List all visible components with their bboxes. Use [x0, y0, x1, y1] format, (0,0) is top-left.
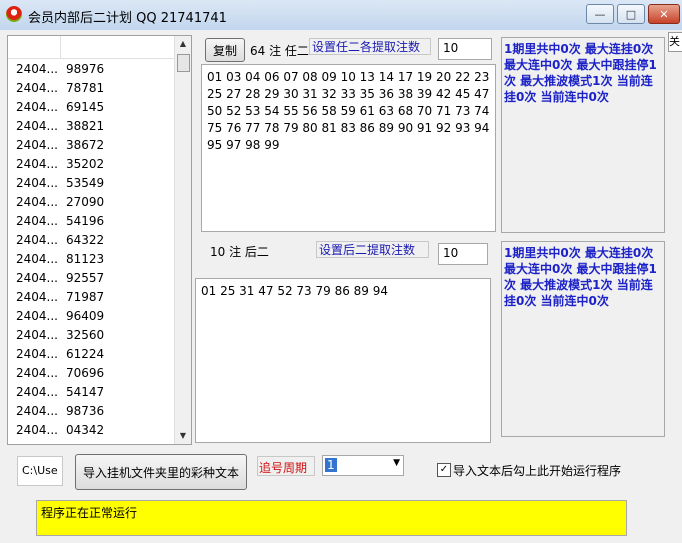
- list-item[interactable]: 2404... 27090: [8, 193, 174, 212]
- period-cell: 2404...: [16, 252, 58, 266]
- section2-stats-panel: 1期里共中0次 最大连挂0次 最大连中0次 最大中跟挂停1次 最大推波模式1次 …: [501, 241, 665, 437]
- maximize-button[interactable]: □: [617, 4, 645, 24]
- close-icon: ✕: [659, 7, 669, 21]
- minimize-icon: —: [594, 7, 606, 21]
- period-cell: 2404...: [16, 309, 58, 323]
- maximize-icon: □: [625, 7, 637, 21]
- cycle-select-value: 1: [325, 458, 337, 472]
- auto-run-label: 导入文本后勾上此开始运行程序: [453, 464, 622, 478]
- section1-stats-panel: 1期里共中0次 最大连挂0次 最大连中0次 最大中跟挂停1次 最大推波模式1次 …: [501, 37, 665, 233]
- period-cell: 2404...: [16, 81, 58, 95]
- list-item[interactable]: 2404... 78781: [8, 79, 174, 98]
- number-cell: 53549: [66, 176, 105, 190]
- number-cell: 04342: [66, 423, 105, 437]
- window-title: 会员内部后二计划 QQ 21741741: [28, 11, 227, 26]
- number-cell: 27090: [66, 195, 105, 209]
- number-cell: 38672: [66, 138, 105, 152]
- list-item[interactable]: 2404... 04342: [8, 421, 174, 440]
- number-cell: 98976: [66, 62, 105, 76]
- number-cell: 54147: [66, 385, 105, 399]
- list-item[interactable]: 2404... 96409: [8, 307, 174, 326]
- list-item[interactable]: 2404... 35202: [8, 155, 174, 174]
- minimize-button[interactable]: —: [586, 4, 614, 24]
- number-cell: 78781: [66, 81, 105, 95]
- period-cell: 2404...: [16, 290, 58, 304]
- scroll-up-icon[interactable]: ▲: [175, 36, 191, 52]
- app-icon: [6, 6, 22, 22]
- close-button[interactable]: ✕: [648, 4, 680, 24]
- number-cell: 35202: [66, 157, 105, 171]
- number-cell: 71987: [66, 290, 105, 304]
- section2-numbers-textarea[interactable]: 01 25 31 47 52 73 79 86 89 94: [195, 278, 491, 443]
- auto-run-checkbox[interactable]: ✓: [437, 463, 451, 477]
- title-bar: 会员内部后二计划 QQ 21741741 — □ ✕: [0, 0, 682, 30]
- copy-button[interactable]: 复制: [205, 38, 245, 62]
- number-cell: 92557: [66, 271, 105, 285]
- section1-count-label: 64 注 任二: [250, 44, 309, 58]
- list-item[interactable]: 2404... 61224: [8, 345, 174, 364]
- list-item[interactable]: 2404... 32560: [8, 326, 174, 345]
- number-cell: 98736: [66, 404, 105, 418]
- period-cell: 2404...: [16, 233, 58, 247]
- list-header: [8, 36, 174, 59]
- list-item[interactable]: 2404... 98736: [8, 402, 174, 421]
- section1-setting-input[interactable]: 10: [438, 38, 492, 60]
- number-cell: 96409: [66, 309, 105, 323]
- number-cell: 70696: [66, 366, 105, 380]
- cycle-label: 追号周期: [257, 456, 315, 476]
- number-cell: 81123: [66, 252, 105, 266]
- list-item[interactable]: 2404... 54147: [8, 383, 174, 402]
- chevron-down-icon: ▼: [393, 458, 400, 468]
- list-item[interactable]: 2404... 71987: [8, 288, 174, 307]
- list-item[interactable]: 2404... 38821: [8, 117, 174, 136]
- list-item[interactable]: 2404... 53549: [8, 174, 174, 193]
- section2-count-label: 10 注 后二: [210, 245, 269, 259]
- period-cell: 2404...: [16, 271, 58, 285]
- period-cell: 2404...: [16, 119, 58, 133]
- scroll-thumb[interactable]: [177, 54, 190, 72]
- list-item[interactable]: 2404... 64322: [8, 231, 174, 250]
- number-cell: 38821: [66, 119, 105, 133]
- cycle-select[interactable]: 1 ▼: [322, 455, 404, 476]
- list-scrollbar[interactable]: ▲ ▼: [174, 36, 191, 444]
- list-item[interactable]: 2404... 54196: [8, 212, 174, 231]
- import-file-button[interactable]: 导入挂机文件夹里的彩种文本: [75, 454, 247, 490]
- period-cell: 2404...: [16, 195, 58, 209]
- history-list[interactable]: 2404... 98976 2404... 78781 2404... 69145 2404…: [7, 35, 192, 445]
- number-cell: 54196: [66, 214, 105, 228]
- list-item[interactable]: 2404... 38672: [8, 136, 174, 155]
- period-cell: 2404...: [16, 404, 58, 418]
- number-cell: 61224: [66, 347, 105, 361]
- period-cell: 2404...: [16, 138, 58, 152]
- scroll-down-icon[interactable]: ▼: [175, 428, 191, 444]
- period-cell: 2404...: [16, 366, 58, 380]
- period-cell: 2404...: [16, 347, 58, 361]
- period-cell: 2404...: [16, 157, 58, 171]
- period-cell: 2404...: [16, 214, 58, 228]
- section2-setting-input[interactable]: 10: [438, 243, 488, 265]
- period-cell: 2404...: [16, 62, 58, 76]
- list-item[interactable]: 2404... 69145: [8, 98, 174, 117]
- path-field[interactable]: C:\Use: [17, 456, 63, 486]
- section2-setting-label: 设置后二提取注数: [316, 241, 429, 258]
- period-cell: 2404...: [16, 385, 58, 399]
- list-item[interactable]: 2404... 92557: [8, 269, 174, 288]
- period-cell: 2404...: [16, 328, 58, 342]
- section1-setting-label: 设置任二各提取注数: [309, 38, 431, 55]
- period-cell: 2404...: [16, 176, 58, 190]
- number-cell: 64322: [66, 233, 105, 247]
- number-cell: 69145: [66, 100, 105, 114]
- list-item[interactable]: 2404... 70696: [8, 364, 174, 383]
- status-bar: 程序正在正常运行: [36, 500, 627, 536]
- number-cell: 32560: [66, 328, 105, 342]
- list-item[interactable]: 2404... 81123: [8, 250, 174, 269]
- period-cell: 2404...: [16, 423, 58, 437]
- side-close-button[interactable]: 关: [668, 32, 682, 52]
- period-cell: 2404...: [16, 100, 58, 114]
- list-item[interactable]: 2404... 98976: [8, 60, 174, 79]
- section1-numbers-textarea[interactable]: 01 03 04 06 07 08 09 10 13 14 17 19 20 2…: [201, 64, 496, 232]
